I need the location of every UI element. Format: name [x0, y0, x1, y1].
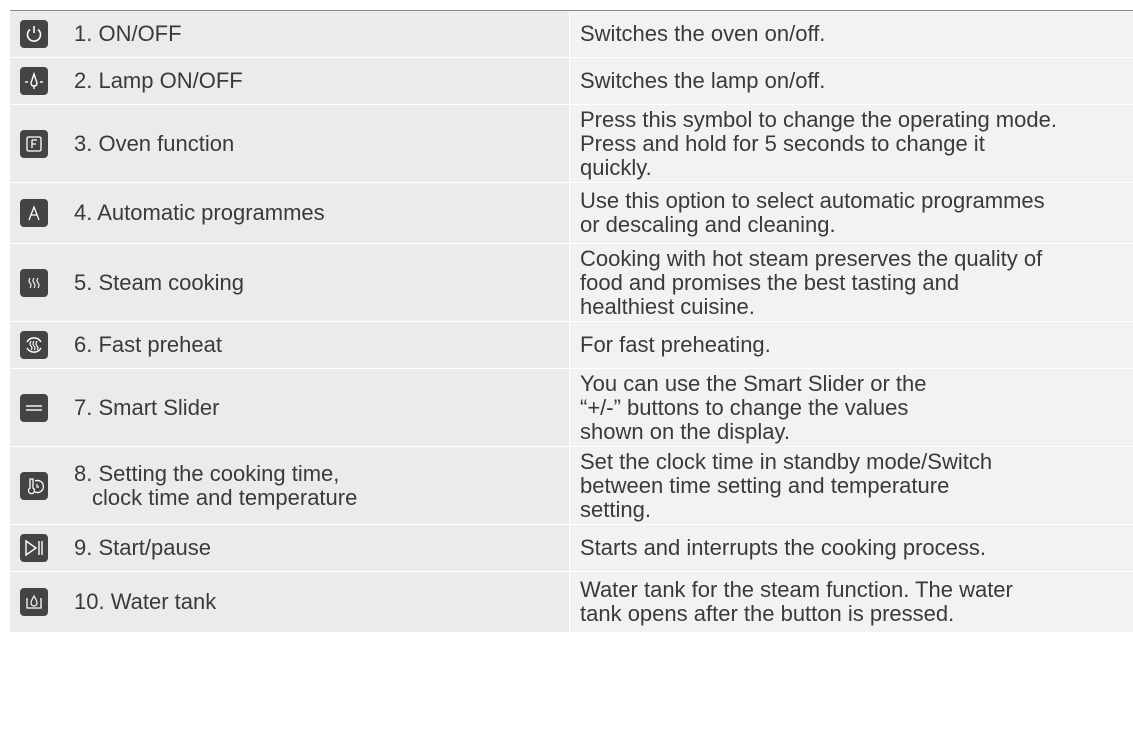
description-line: Switches the oven on/off. [580, 21, 826, 46]
description-cell: Starts and interrupts the cooking proces… [570, 525, 1133, 571]
control-cell: 2. Lamp ON/OFF [10, 58, 570, 104]
control-label-line: 8. Setting the cooking time, [74, 460, 340, 486]
description-line: Cooking with hot steam preserves the qua… [580, 245, 1043, 271]
oven-function-icon [20, 129, 48, 158]
description-line: For fast preheating. [580, 332, 771, 357]
description-line: or descaling and cleaning. [580, 212, 836, 237]
control-cell: 6. Fast preheat [10, 322, 570, 368]
description-line: food and promises the best tasting and [580, 269, 960, 295]
controls-table: 1. ON/OFF Switches the oven on/off. 2. L… [10, 10, 1133, 633]
control-cell: 8. Setting the cooking time, clock time … [10, 447, 570, 524]
control-label-line: clock time and temperature [92, 484, 358, 510]
fast-preheat-icon [20, 331, 48, 359]
table-row: 1. ON/OFF Switches the oven on/off. [10, 11, 1133, 58]
description-line: Set the clock time in standby mode/Switc… [580, 448, 993, 474]
description-line: between time setting and temperature [580, 472, 950, 498]
control-cell: 3. Oven function [10, 105, 570, 182]
control-cell: 10. Water tank [10, 572, 570, 632]
description-line: Switches the lamp on/off. [580, 68, 826, 93]
description-cell: Press this symbol to change the operatin… [570, 105, 1133, 182]
control-cell: 1. ON/OFF [10, 11, 570, 57]
smart-slider-icon [20, 393, 48, 422]
table-row: 8. Setting the cooking time, clock time … [10, 447, 1133, 525]
description-line: quickly. [580, 154, 652, 180]
description-cell: Use this option to select automatic prog… [570, 183, 1133, 243]
table-row: 2. Lamp ON/OFF Switches the lamp on/off. [10, 58, 1133, 105]
control-label: 8. Setting the cooking time, clock time … [74, 460, 358, 510]
description-cell: Switches the lamp on/off. [570, 58, 1133, 104]
control-label: 9. Start/pause [74, 535, 211, 560]
control-label: 2. Lamp ON/OFF [74, 68, 243, 93]
lamp-icon [20, 67, 48, 95]
description-cell: Cooking with hot steam preserves the qua… [570, 244, 1133, 321]
description-line: You can use the Smart Slider or the [580, 370, 927, 396]
automatic-programmes-icon [20, 199, 48, 227]
steam-icon [20, 268, 48, 297]
table-row: 4. Automatic programmes Use this option … [10, 183, 1133, 244]
table-row: 5. Steam cooking Cooking with hot steam … [10, 244, 1133, 322]
control-label: 5. Steam cooking [74, 269, 244, 295]
description-cell: Switches the oven on/off. [570, 11, 1133, 57]
description-line: Starts and interrupts the cooking proces… [580, 535, 986, 560]
water-tank-icon [20, 588, 48, 616]
description-line: Press this symbol to change the operatin… [580, 106, 1057, 132]
description-line: Water tank for the steam function. The w… [580, 577, 1013, 602]
control-label: 4. Automatic programmes [74, 200, 325, 225]
description-cell: You can use the Smart Slider or the “+/-… [570, 369, 1133, 446]
description-line: healthiest cuisine. [580, 293, 755, 319]
description-line: tank opens after the button is pressed. [580, 601, 955, 626]
description-cell: Water tank for the steam function. The w… [570, 572, 1133, 632]
control-label: 1. ON/OFF [74, 21, 182, 46]
description-line: Use this option to select automatic prog… [580, 188, 1045, 213]
control-cell: 4. Automatic programmes [10, 183, 570, 243]
control-label: 10. Water tank [74, 589, 217, 614]
time-temperature-icon [20, 471, 48, 500]
description-cell: For fast preheating. [570, 322, 1133, 368]
description-line: shown on the display. [580, 418, 790, 444]
table-row: 10. Water tank Water tank for the steam … [10, 572, 1133, 633]
table-row: 7. Smart Slider You can use the Smart Sl… [10, 369, 1133, 447]
power-icon [20, 20, 48, 48]
control-cell: 7. Smart Slider [10, 369, 570, 446]
description-line: “+/-” buttons to change the values [580, 394, 909, 420]
control-cell: 9. Start/pause [10, 525, 570, 571]
control-label: 7. Smart Slider [74, 394, 220, 420]
description-cell: Set the clock time in standby mode/Switc… [570, 447, 1133, 524]
table-row: 9. Start/pause Starts and interrupts the… [10, 525, 1133, 572]
control-label: 6. Fast preheat [74, 332, 222, 357]
start-pause-icon [20, 534, 48, 562]
description-line: Press and hold for 5 seconds to change i… [580, 130, 985, 156]
table-row: 3. Oven function Press this symbol to ch… [10, 105, 1133, 183]
control-cell: 5. Steam cooking [10, 244, 570, 321]
description-line: setting. [580, 496, 651, 522]
table-row: 6. Fast preheat For fast preheating. [10, 322, 1133, 369]
control-label: 3. Oven function [74, 130, 235, 156]
